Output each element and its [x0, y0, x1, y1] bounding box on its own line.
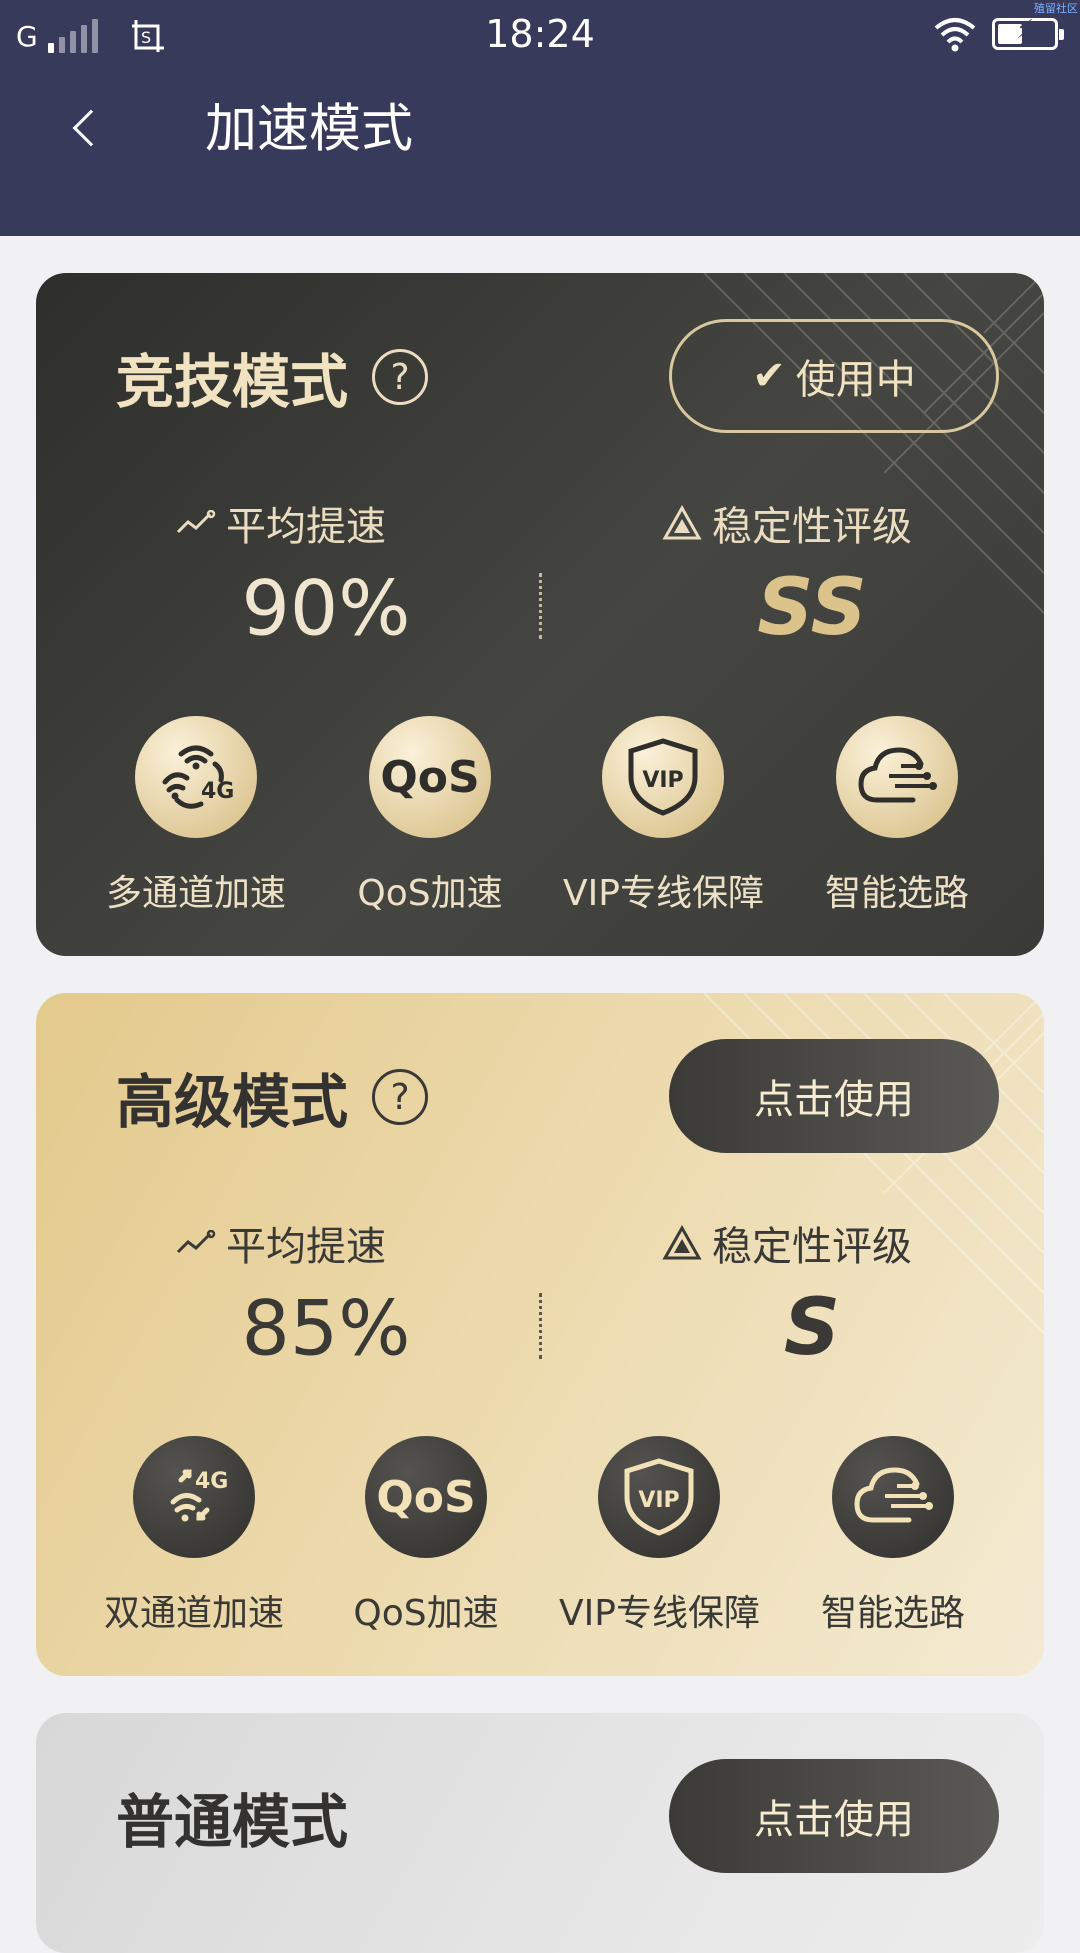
- app-header: G S 18:24 ⚡ 殖留社区 加速模式: [0, 0, 1080, 236]
- feature-label: VIP专线保障: [559, 1593, 760, 1634]
- stat-divider: [539, 1293, 542, 1359]
- stability-label: 稳定性评级: [662, 494, 912, 552]
- mode-card-advanced[interactable]: 高级模式 ? 点击使用 平均提速 85% 稳定性评级 S 4G 双通道加速 Qo…: [36, 993, 1044, 1676]
- avg-speed-value: 85%: [241, 1283, 411, 1373]
- multichannel-4g-icon: 4G: [135, 716, 257, 838]
- feature-qos: QoS QoS加速: [326, 1436, 526, 1636]
- use-label: 点击使用: [754, 1077, 914, 1123]
- charging-bolt-icon: ⚡: [1015, 15, 1035, 45]
- mode-title: 竞技模式: [116, 348, 349, 416]
- in-use-label: 使用中: [795, 357, 916, 403]
- clock: 18:24: [485, 12, 595, 56]
- in-use-button[interactable]: ✔ 使用中: [669, 319, 999, 433]
- qos-icon: QoS: [365, 1436, 487, 1558]
- cloud-route-icon: [832, 1436, 954, 1558]
- mode-title: 高级模式: [116, 1068, 349, 1136]
- use-button[interactable]: 点击使用: [669, 1039, 999, 1153]
- avg-speed-value: 90%: [241, 563, 411, 653]
- help-icon[interactable]: ?: [372, 349, 428, 405]
- dual-channel-4g-icon: 4G: [133, 1436, 255, 1558]
- svg-text:4G: 4G: [201, 779, 234, 804]
- cloud-route-icon: [836, 716, 958, 838]
- trend-up-icon: [176, 1230, 216, 1254]
- avg-speed-label: 平均提速: [176, 494, 386, 552]
- trend-up-icon: [176, 510, 216, 534]
- mode-card-normal[interactable]: 普通模式 点击使用: [36, 1713, 1044, 1953]
- feature-label: 智能选路: [824, 873, 969, 914]
- wifi-icon: [934, 18, 976, 52]
- feature-label: 双通道加速: [103, 1593, 284, 1634]
- use-button[interactable]: 点击使用: [669, 1759, 999, 1873]
- mode-card-competitive[interactable]: 竞技模式 ? ✔ 使用中 平均提速 90% 稳定性评级 SS 4G 多通道加速 …: [36, 273, 1044, 956]
- warning-triangle-icon: [662, 1225, 702, 1260]
- mode-title: 普通模式: [116, 1788, 349, 1856]
- stability-value: SS: [757, 563, 867, 653]
- feature-vip: VIP VIP专线保障: [559, 1436, 760, 1636]
- status-bar: G S 18:24 ⚡ 殖留社区: [0, 0, 1080, 72]
- feature-smart-route: 智能选路: [797, 716, 997, 916]
- check-icon: ✔: [752, 353, 786, 399]
- stat-divider: [539, 573, 542, 639]
- status-icons: ⚡: [932, 14, 1064, 54]
- warning-triangle-icon: [662, 505, 702, 540]
- svg-text:VIP: VIP: [638, 1488, 679, 1513]
- qos-icon: QoS: [369, 716, 491, 838]
- feature-label: 智能选路: [820, 1593, 965, 1634]
- page-title: 加速模式: [205, 99, 414, 160]
- feature-label: 多通道加速: [105, 873, 286, 914]
- vip-shield-icon: VIP: [598, 1436, 720, 1558]
- feature-dual-channel: 4G 双通道加速: [94, 1436, 294, 1636]
- stability-value: S: [783, 1283, 841, 1373]
- back-button[interactable]: [72, 109, 110, 147]
- feature-label: QoS加速: [353, 1593, 499, 1634]
- avg-speed-label: 平均提速: [176, 1214, 386, 1272]
- feature-qos: QoS QoS加速: [330, 716, 530, 916]
- help-icon[interactable]: ?: [372, 1069, 428, 1125]
- watermark-tag: 殖留社区: [1034, 2, 1078, 15]
- feature-multichannel: 4G 多通道加速: [96, 716, 296, 916]
- vip-shield-icon: VIP: [602, 716, 724, 838]
- feature-vip: VIP VIP专线保障: [563, 716, 764, 916]
- feature-smart-route: 智能选路: [793, 1436, 993, 1636]
- svg-text:VIP: VIP: [642, 768, 683, 793]
- feature-label: VIP专线保障: [563, 873, 764, 914]
- stability-label: 稳定性评级: [662, 1214, 912, 1272]
- use-label: 点击使用: [754, 1797, 914, 1843]
- svg-text:4G: 4G: [195, 1469, 228, 1494]
- feature-label: QoS加速: [357, 873, 503, 914]
- battery-icon: ⚡: [992, 15, 1064, 50]
